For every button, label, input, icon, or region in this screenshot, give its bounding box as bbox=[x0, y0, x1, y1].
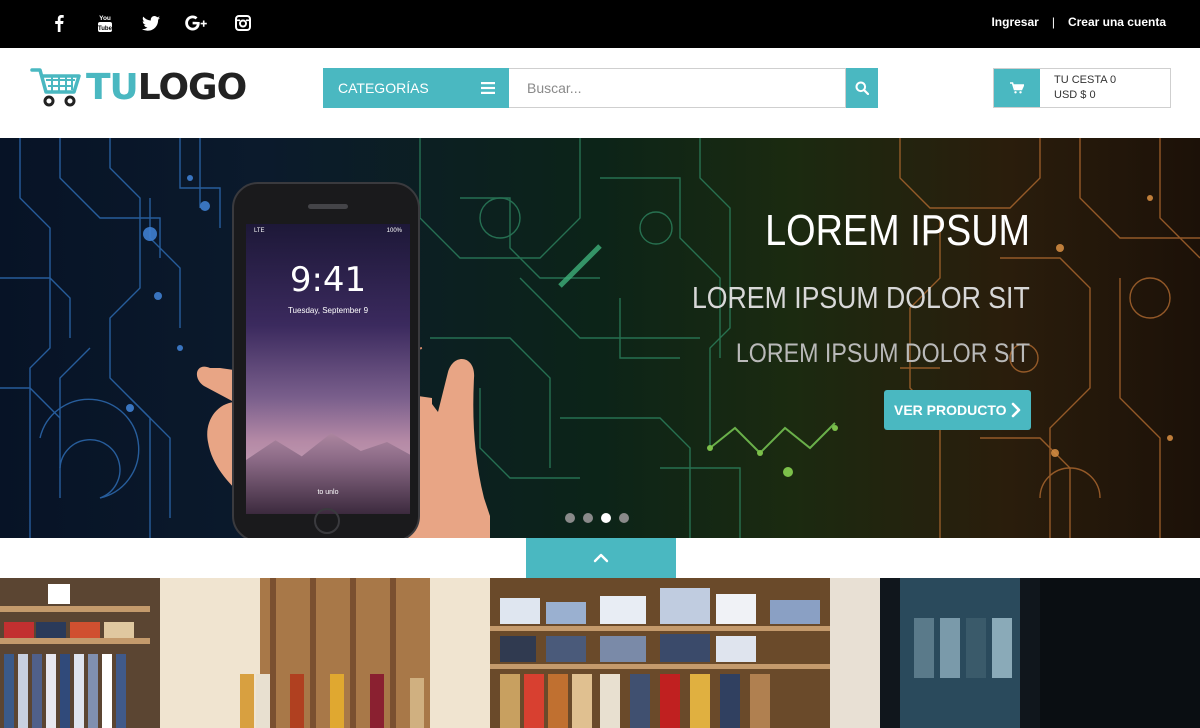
smartphone: LTE 100% 9:41 Tuesday, September 9 to un… bbox=[232, 182, 420, 538]
register-link[interactable]: Crear una cuenta bbox=[1068, 15, 1166, 29]
categories-button[interactable]: CATEGORÍAS bbox=[323, 68, 509, 108]
cart-widget[interactable]: TU CESTA 0 USD $ 0 bbox=[993, 68, 1171, 108]
login-link[interactable]: Ingresar bbox=[991, 15, 1038, 29]
shopping-cart-logo-icon bbox=[30, 68, 81, 107]
phone-clock: 9:41 bbox=[289, 260, 367, 300]
phone-status-bar: LTE 100% bbox=[254, 228, 402, 234]
phone-speaker bbox=[308, 204, 348, 209]
chevron-right-icon bbox=[1011, 402, 1021, 418]
phone-carrier: LTE bbox=[254, 228, 265, 234]
cart-icon-box bbox=[994, 69, 1040, 107]
slider-dot-3[interactable] bbox=[601, 513, 611, 523]
instagram-icon[interactable] bbox=[220, 10, 266, 36]
google-plus-icon[interactable] bbox=[174, 10, 220, 36]
hero-title: LOREM IPSUM bbox=[765, 206, 1030, 255]
phone-date: Tuesday, September 9 bbox=[287, 306, 369, 315]
hero-subtitle-secondary: LOREM IPSUM DOLOR SIT bbox=[735, 338, 1030, 368]
hero-slider: LTE 100% 9:41 Tuesday, September 9 to un… bbox=[0, 138, 1200, 538]
logo-text-tu: TU bbox=[86, 66, 139, 108]
logo-text: TULOGO bbox=[86, 66, 247, 108]
slider-pagination bbox=[565, 513, 629, 523]
phone-unlock-text: to unlo bbox=[317, 489, 339, 496]
chevron-up-icon bbox=[593, 553, 609, 563]
search-icon bbox=[855, 81, 869, 95]
cart-summary: TU CESTA 0 USD $ 0 bbox=[1040, 69, 1116, 107]
categories-label: CATEGORÍAS bbox=[338, 80, 429, 96]
auth-links: Ingresar | Crear una cuenta bbox=[991, 15, 1166, 29]
menu-icon bbox=[481, 82, 495, 94]
cart-icon bbox=[1010, 82, 1024, 94]
social-links: Tube You bbox=[36, 10, 266, 36]
slider-dot-2[interactable] bbox=[583, 513, 593, 523]
twitter-icon[interactable] bbox=[128, 10, 174, 36]
cart-count: TU CESTA 0 bbox=[1054, 74, 1117, 86]
scroll-up-button[interactable] bbox=[526, 538, 676, 578]
site-logo[interactable]: TULOGO bbox=[30, 66, 247, 108]
auth-separator: | bbox=[1051, 15, 1055, 29]
phone-home-button bbox=[314, 508, 340, 534]
svg-text:Tube: Tube bbox=[98, 26, 113, 32]
search-button[interactable] bbox=[846, 68, 878, 108]
search-input[interactable] bbox=[509, 68, 846, 108]
view-product-button[interactable]: VER PRODUCTO bbox=[884, 390, 1031, 430]
slider-dot-4[interactable] bbox=[619, 513, 629, 523]
top-bar: Tube You Ingresar | Crear una cuenta bbox=[0, 0, 1200, 48]
phone-battery: 100% bbox=[386, 228, 402, 234]
phone-wallpaper-mountain bbox=[246, 433, 410, 514]
clothing-store-illustration bbox=[0, 578, 1200, 728]
youtube-icon[interactable]: Tube You bbox=[82, 10, 128, 36]
slider-dot-1[interactable] bbox=[565, 513, 575, 523]
site-header: TULOGO CATEGORÍAS TU CESTA 0 USD $ 0 bbox=[0, 48, 1200, 138]
store-banner-image bbox=[0, 578, 1200, 728]
logo-text-logo: LOGO bbox=[137, 66, 247, 108]
view-product-label: VER PRODUCTO bbox=[894, 402, 1007, 418]
cart-total: USD $ 0 bbox=[1054, 89, 1096, 101]
hero-subtitle: LOREM IPSUM DOLOR SIT bbox=[692, 280, 1030, 315]
facebook-icon[interactable] bbox=[36, 10, 82, 36]
phone-screen: LTE 100% 9:41 Tuesday, September 9 to un… bbox=[246, 224, 410, 514]
svg-text:You: You bbox=[99, 15, 111, 22]
